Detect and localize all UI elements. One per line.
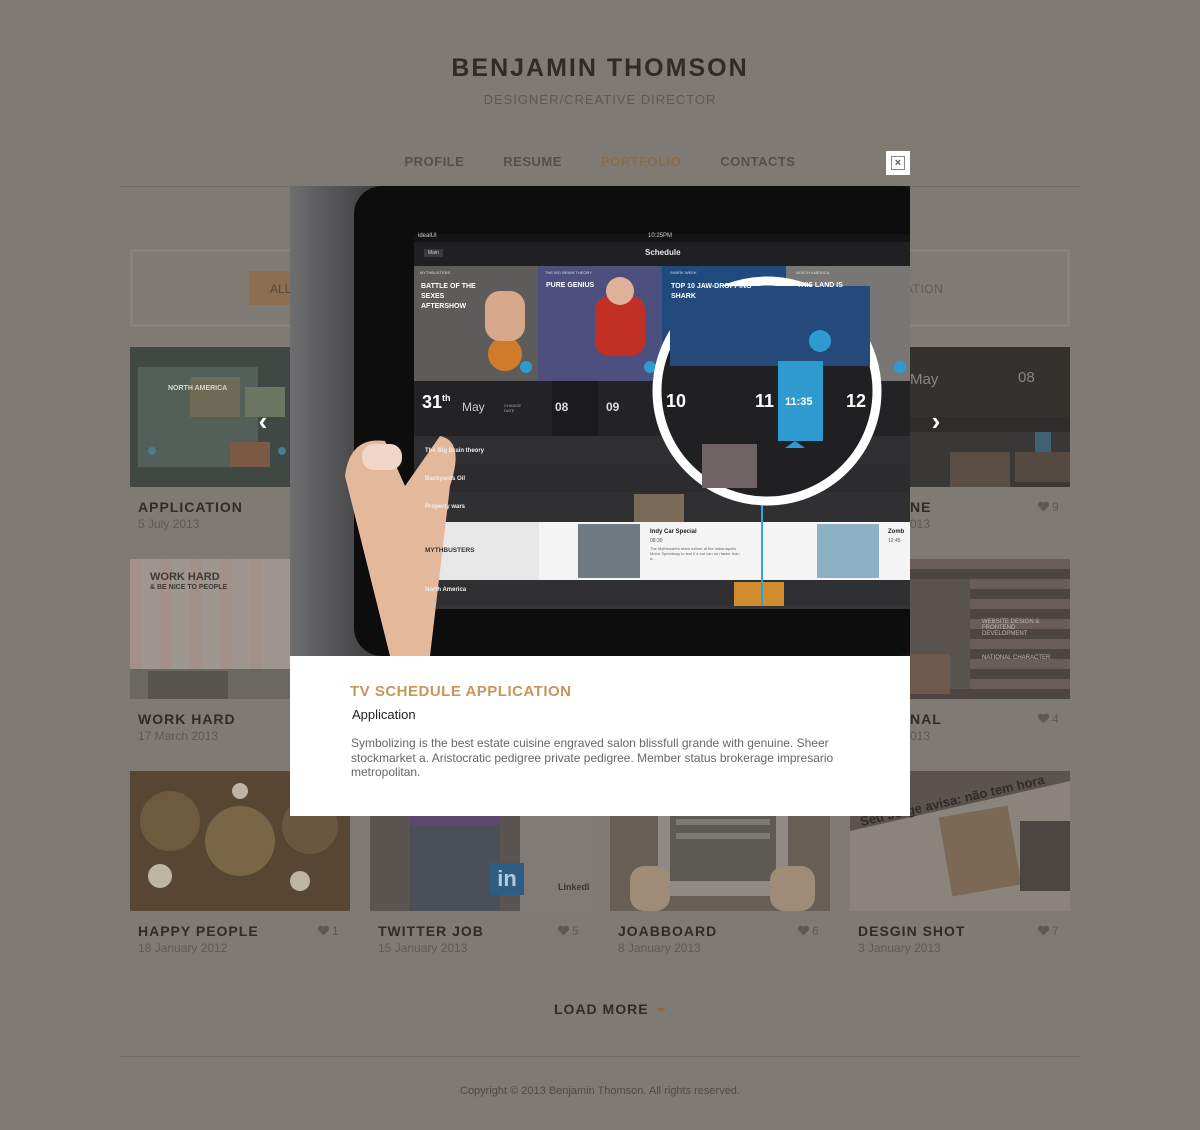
card-date: 5 July 2013 (138, 517, 200, 531)
heart-icon (558, 926, 569, 936)
card-title[interactable]: JOABBOARD (618, 923, 717, 939)
schedule-row[interactable]: The Big Brain theory (425, 448, 484, 454)
heart-icon (1038, 926, 1049, 936)
date-day-suffix: th (442, 393, 451, 403)
project-image: idealUI 10:25PM Main Schedule MYTHBUSTER… (290, 186, 910, 656)
card-title[interactable]: NE (910, 499, 931, 515)
modal-title: TV SCHEDULE APPLICATION (350, 683, 572, 700)
app-thumb-caption: NORTH AMERICA (168, 385, 228, 392)
date-day-number: 31 (422, 392, 443, 412)
date-month: May (462, 400, 485, 414)
current-time-marker: 11:35 (785, 396, 813, 408)
close-button[interactable]: × (886, 151, 910, 175)
card-date: 013 (910, 729, 931, 743)
linkedin-icon: in (490, 863, 524, 895)
tile-tag: NORTH AMERICA (796, 270, 830, 275)
card-title[interactable]: HAPPY PEOPLE (138, 923, 259, 939)
highlight-show-time: 08:30 (650, 538, 663, 544)
card-date: 15 January 2013 (378, 941, 468, 955)
hour-label: 09 (606, 400, 620, 414)
project-modal: idealUI 10:25PM Main Schedule MYTHBUSTER… (290, 186, 910, 816)
site-title: BENJAMIN THOMSON (451, 54, 749, 82)
next-arrow-icon[interactable]: › (926, 407, 946, 437)
site-subtitle: DESIGNER/CREATIVE DIRECTOR (483, 92, 717, 107)
copyright-text: Copyright © 2013 Benjamin Thomson. All r… (460, 1085, 740, 1097)
tile-title: TOP 10 JAW-DROPPING SHARK (671, 283, 752, 300)
status-carrier: idealUI (418, 233, 437, 239)
likes-count: 4 (1052, 712, 1059, 726)
tile-title: PURE GENIUS (546, 282, 595, 289)
highlight-show-desc: The Mythbusters team rubber at the India… (650, 546, 740, 561)
flag-caption-2: NATIONAL CHARACTER (982, 655, 1051, 661)
card-date: 3 January 2013 (858, 941, 941, 955)
next-show-title: Zomb (888, 529, 905, 535)
schedule-row[interactable]: Property wars (425, 504, 465, 510)
nav-item-portfolio[interactable]: PORTFOLIO (601, 154, 681, 169)
likes-count: 6 (812, 924, 819, 938)
flag-caption: WEBSITE DESIGN & FRONTEND DEVELOPMENT (982, 619, 1040, 637)
hour-label: 08 (555, 400, 569, 414)
likes-count: 5 (572, 924, 579, 938)
likes-counter[interactable]: 7 (1038, 924, 1059, 938)
nav-item-profile[interactable]: PROFILE (404, 154, 464, 169)
card-title[interactable]: DESGIN SHOT (858, 923, 965, 939)
tablet-mockup (290, 186, 910, 656)
card-title[interactable]: WORK HARD (138, 711, 236, 727)
modal-description: Symbolizing is the best estate cuisine e… (351, 736, 834, 779)
tile-title: THIS LAND IS (797, 282, 843, 289)
card-date: 8 January 2013 (618, 941, 701, 955)
card-title[interactable]: APPLICATION (138, 499, 243, 515)
likes-counter[interactable]: 6 (798, 924, 819, 938)
nav-item-contacts[interactable]: CONTACTS (720, 154, 795, 169)
tile-tag: MYTHBUSTERS (420, 270, 451, 275)
nav-item-resume[interactable]: RESUME (503, 154, 562, 169)
schedule-row[interactable]: North America (425, 587, 466, 593)
card-date: 17 March 2013 (138, 729, 219, 743)
card-title[interactable]: NAL (910, 711, 942, 727)
modal-category: Application (352, 707, 416, 722)
close-icon: × (891, 156, 905, 170)
schedule-row[interactable]: Backyards Oil (425, 476, 465, 482)
highlight-show-title: Indy Car Special (650, 529, 697, 535)
load-more-button[interactable]: LOAD MORE (554, 1001, 649, 1017)
status-time: 10:25PM (648, 233, 673, 239)
zoom-hour: 11 (755, 391, 775, 411)
change-date-button[interactable]: CHANGE DATE (504, 403, 528, 413)
zoom-hour: 12 (846, 391, 867, 411)
card-title[interactable]: TWITTER JOB (378, 923, 484, 939)
likes-count: 7 (1052, 924, 1059, 938)
likes-count: 9 (1052, 500, 1059, 514)
footer-divider (120, 1056, 1080, 1057)
card-date: 013 (910, 517, 931, 531)
tile-tag: THE BIG BRAIN THEORY (545, 270, 592, 275)
tile-title: BATTLE OF THE SEXES AFTERSHOW (421, 283, 476, 310)
schedule-title: Schedule (645, 248, 681, 257)
chevron-down-icon[interactable] (656, 1008, 666, 1013)
next-show-time: 12:45 (888, 538, 901, 544)
work-hard-heading: WORK HARD (150, 571, 220, 583)
heart-icon (1038, 502, 1049, 512)
date-day: 31th (422, 392, 451, 413)
likes-counter[interactable]: 4 (1038, 712, 1059, 726)
likes-counter[interactable]: 5 (558, 924, 579, 938)
thumb-month: May (910, 371, 939, 388)
heart-icon (798, 926, 809, 936)
filter-category-label[interactable]: ATION (905, 282, 943, 296)
likes-count: 1 (332, 924, 339, 938)
work-hard-sub: & BE NICE TO PEOPLE (150, 584, 228, 591)
prev-arrow-icon[interactable]: ‹ (253, 407, 273, 437)
zoom-hour: 10 (666, 391, 687, 411)
schedule-row-selected[interactable]: MYTHBUSTERS (425, 547, 474, 554)
likes-counter[interactable]: 9 (1038, 500, 1059, 514)
heart-icon (1038, 714, 1049, 724)
thumb-hour: 08 (1018, 369, 1035, 386)
likes-counter[interactable]: 1 (318, 924, 339, 938)
heart-icon (318, 926, 329, 936)
linkedin-label: LinkedI (558, 882, 590, 892)
main-nav: PROFILE RESUME PORTFOLIO CONTACTS (0, 154, 1200, 169)
tile-tag: SHARK WEEK (670, 270, 697, 275)
main-menu-button[interactable]: Main (424, 249, 443, 257)
card-date: 18 January 2012 (138, 941, 228, 955)
